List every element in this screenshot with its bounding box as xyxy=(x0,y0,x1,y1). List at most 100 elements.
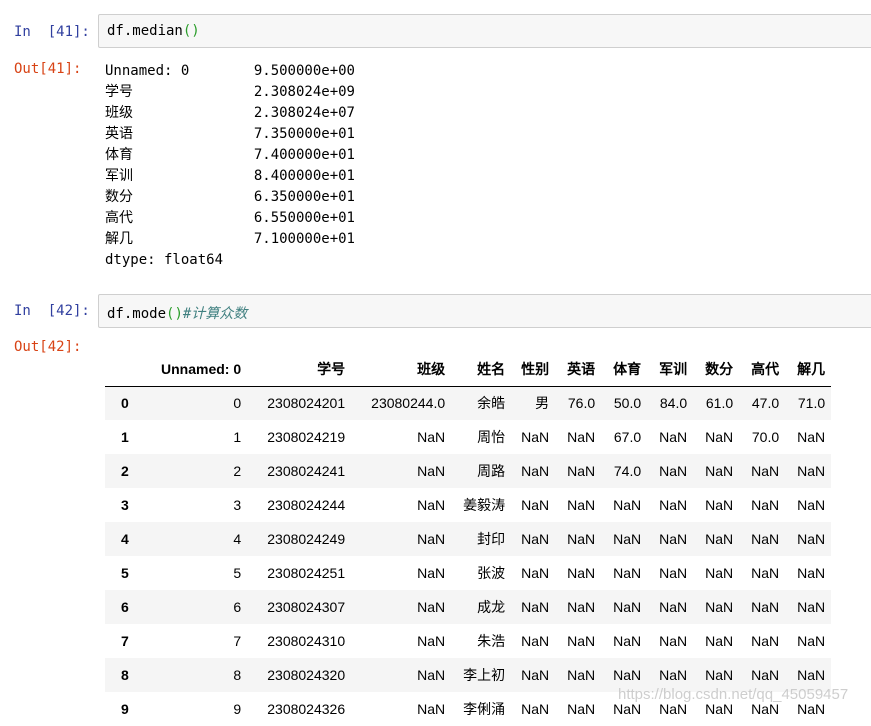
series-key: 数分 xyxy=(105,189,133,205)
table-cell: NaN xyxy=(751,497,780,513)
table-cell: NaN xyxy=(705,497,734,513)
table-cell: 姜毅涛 xyxy=(463,497,506,513)
table-cell: 5 xyxy=(233,565,242,581)
table-cell: 7 xyxy=(233,633,242,649)
column-header: Unnamed: 0 xyxy=(155,353,248,387)
row-index: 1 xyxy=(121,429,129,445)
column-header: 班级 xyxy=(351,353,452,387)
table-cell: 周怡 xyxy=(477,429,506,445)
table-cell: NaN xyxy=(521,531,550,547)
table-cell: NaN xyxy=(417,565,446,581)
column-header: 解几 xyxy=(785,353,832,387)
table-cell: NaN xyxy=(521,633,550,649)
table-cell: 6 xyxy=(233,599,242,615)
table-cell: 2308024251 xyxy=(267,565,346,581)
row-index: 3 xyxy=(121,497,129,513)
output-prompt: Out[41]: xyxy=(14,61,82,77)
table-cell: NaN xyxy=(567,701,596,717)
table-cell: 2308024249 xyxy=(267,531,346,547)
median-series-output: Unnamed: 0 9.500000e+00 学号 2.308024e+09 班级 2.… xyxy=(105,61,355,271)
table-cell: 23080244.0 xyxy=(371,395,446,412)
column-header: 体育 xyxy=(601,353,648,387)
table-row: 7 7 2308024310 NaN 朱浩 NaN NaN NaN NaN NaN NaN NaN xyxy=(105,624,832,658)
table-row: 2 2 2308024241 NaN 周路 NaN NaN 74.0 NaN NaN NaN NaN xyxy=(105,454,832,488)
code-text[interactable]: df.median() xyxy=(107,23,200,39)
table-row: 1 1 2308024219 NaN 周怡 NaN NaN 67.0 NaN NaN 70.0 NaN xyxy=(105,420,832,454)
code-text[interactable]: df.mode()#计算众数 xyxy=(107,303,247,323)
series-key: 体育 xyxy=(105,147,133,163)
series-row: 数分 6.350000e+01 xyxy=(105,187,355,208)
series-row: 英语 7.350000e+01 xyxy=(105,124,355,145)
input-prompt: In [41]: xyxy=(14,24,90,40)
table-cell: NaN xyxy=(521,429,550,445)
table-cell: NaN xyxy=(797,531,826,547)
table-cell: NaN xyxy=(751,565,780,581)
table-cell: NaN xyxy=(797,497,826,513)
table-cell: 余皓 xyxy=(477,395,506,412)
table-cell: 71.0 xyxy=(797,395,826,412)
table-cell: NaN xyxy=(797,463,826,479)
table-cell: NaN xyxy=(521,565,550,581)
watermark-text: https://blog.csdn.net/qq_45059457 xyxy=(618,686,849,703)
table-body: 0 0 2308024201 23080244.0 余皓 男 76.0 50.0 84.0 61.… xyxy=(105,386,832,726)
row-index: 6 xyxy=(121,599,129,615)
code-input[interactable]: df.median() xyxy=(98,14,871,48)
series-row: 班级 2.308024e+07 xyxy=(105,103,355,124)
table-cell: NaN xyxy=(751,463,780,479)
table-cell: NaN xyxy=(567,667,596,683)
table-row: 6 6 2308024307 NaN 成龙 NaN NaN NaN NaN NaN NaN NaN xyxy=(105,590,832,624)
table-cell: NaN xyxy=(417,497,446,513)
code-parens: () xyxy=(166,306,183,322)
table-cell: 2308024310 xyxy=(267,633,346,649)
table-cell: 封印 xyxy=(477,531,506,547)
table-cell: 84.0 xyxy=(659,395,688,412)
table-cell: 3 xyxy=(233,497,242,513)
table-cell: 2308024241 xyxy=(267,463,346,479)
table-cell: NaN xyxy=(417,463,446,479)
table-cell: NaN xyxy=(417,599,446,615)
series-value: 2.308024e+09 xyxy=(253,84,355,100)
table-cell: 男 xyxy=(535,395,550,412)
table-cell: NaN xyxy=(705,463,734,479)
table-cell: NaN xyxy=(797,633,826,649)
series-value: 9.500000e+00 xyxy=(253,63,355,79)
code-expression: df.median xyxy=(107,23,183,39)
series-key: 学号 xyxy=(105,84,133,100)
table-cell: 4 xyxy=(233,531,242,547)
table-cell: NaN xyxy=(659,599,688,615)
input-prompt: In [42]: xyxy=(14,303,90,319)
row-index: 5 xyxy=(121,565,129,581)
series-value: 7.100000e+01 xyxy=(253,231,355,247)
table-cell: NaN xyxy=(567,633,596,649)
table-row: 5 5 2308024251 NaN 张波 NaN NaN NaN NaN NaN NaN NaN xyxy=(105,556,832,590)
table-cell: NaN xyxy=(705,565,734,581)
code-input[interactable]: df.mode()#计算众数 xyxy=(98,294,871,328)
table-cell: NaN xyxy=(521,667,550,683)
row-index: 7 xyxy=(121,633,129,649)
table-cell: 47.0 xyxy=(751,395,780,412)
table-cell: NaN xyxy=(417,633,446,649)
table-cell: NaN xyxy=(659,565,688,581)
table-cell: NaN xyxy=(567,429,596,445)
table-cell: NaN xyxy=(797,429,826,445)
series-value: 7.400000e+01 xyxy=(253,147,355,163)
column-header: 性别 xyxy=(511,353,556,387)
table-cell: NaN xyxy=(613,565,642,581)
table-cell: 70.0 xyxy=(751,429,780,445)
series-key: 高代 xyxy=(105,210,133,226)
series-value: 6.350000e+01 xyxy=(253,189,355,205)
table-cell: NaN xyxy=(659,497,688,513)
series-value: 2.308024e+07 xyxy=(253,105,355,121)
table-cell: NaN xyxy=(705,599,734,615)
column-header: 高代 xyxy=(739,353,786,387)
series-key: 军训 xyxy=(105,168,133,184)
dtype-label: dtype: float64 xyxy=(105,252,224,268)
table-cell: NaN xyxy=(751,531,780,547)
table-cell: 61.0 xyxy=(705,395,734,412)
output-prompt: Out[42]: xyxy=(14,339,82,355)
table-cell: 2 xyxy=(233,463,242,479)
series-row: Unnamed: 0 9.500000e+00 xyxy=(105,61,355,82)
row-index: 0 xyxy=(121,395,129,412)
table-cell: NaN xyxy=(705,531,734,547)
row-index: 4 xyxy=(121,531,129,547)
